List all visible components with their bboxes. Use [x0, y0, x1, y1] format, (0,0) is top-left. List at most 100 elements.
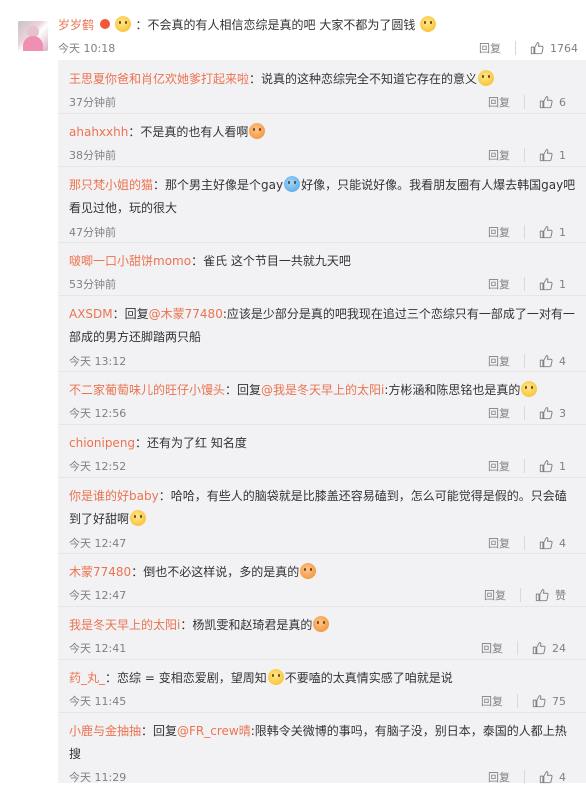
like-count[interactable]: 3: [559, 407, 566, 420]
reply-username[interactable]: 王思夏你爸和肖亿欢她爹打起来啦: [69, 72, 249, 86]
reply-button[interactable]: 回复: [488, 94, 510, 110]
reply-username[interactable]: 啵唧一口小甜饼momo: [69, 254, 191, 268]
like-count[interactable]: 24: [552, 642, 566, 655]
like-count[interactable]: 6: [559, 96, 566, 109]
reply-username[interactable]: 你是谁的好baby: [69, 489, 159, 503]
reply-time: 今天 13:12: [69, 355, 127, 368]
avatar[interactable]: [18, 21, 48, 51]
reply-time: 今天 12:47: [69, 537, 127, 550]
like-count[interactable]: 1: [559, 460, 566, 473]
thumbs-up-icon[interactable]: [539, 95, 553, 109]
thumbs-up-icon[interactable]: [539, 354, 553, 368]
thumbs-up-icon[interactable]: [530, 41, 544, 55]
reply-text: ：回复: [225, 383, 262, 397]
divider: [515, 41, 516, 55]
like-count[interactable]: 75: [552, 695, 566, 708]
reply-username[interactable]: 那只梵小姐的猫: [69, 178, 153, 192]
reply-button[interactable]: 回复: [481, 640, 503, 656]
reply-time: 今天 12:47: [69, 589, 127, 602]
reply-time: 47分钟前: [69, 226, 116, 239]
like-count[interactable]: 1: [559, 149, 566, 162]
reply-actions: 回复 24: [481, 640, 566, 656]
reply-text-line: ahahxxhh：不是真的也有人看啊: [69, 121, 576, 144]
thumbs-up-icon[interactable]: [539, 406, 553, 420]
reply-time: 38分钟前: [69, 149, 116, 162]
divider: [524, 277, 525, 291]
reply-username[interactable]: 不二家葡萄味儿的旺仔小馒头: [69, 383, 225, 397]
reply-time: 今天 11:45: [69, 695, 127, 708]
divider: [524, 536, 525, 550]
comment-line: 岁岁鹤 ：不会真的有人相信恋综是真的吧 大家不都为了圆钱: [58, 16, 437, 34]
thumbs-up-icon[interactable]: [539, 536, 553, 550]
reply-button[interactable]: 回复: [488, 458, 510, 474]
like-count[interactable]: 4: [559, 771, 566, 784]
mention-link[interactable]: @FR_crew晴: [177, 724, 251, 738]
thumbs-up-icon[interactable]: [539, 770, 553, 784]
reply-username[interactable]: 药_丸_: [69, 671, 105, 685]
reply-text: 不要嗑的太真情实感了咱就是说: [284, 671, 453, 685]
reply-button[interactable]: 回复: [479, 40, 501, 56]
thumbs-up-icon[interactable]: [539, 459, 553, 473]
divider: [524, 225, 525, 239]
thumbs-up-icon[interactable]: [532, 694, 546, 708]
emoji-icon: [130, 510, 147, 526]
reply-text-line: 王思夏你爸和肖亿欢她爹打起来啦：说真的这种恋综完全不知道它存在的意义: [69, 68, 576, 91]
thumbs-up-icon[interactable]: [535, 588, 549, 602]
mention-link[interactable]: @木蒙77480: [149, 307, 223, 321]
reply-button[interactable]: 回复: [488, 224, 510, 240]
thumbs-up-icon[interactable]: [539, 225, 553, 239]
comment-username[interactable]: 岁岁鹤: [58, 18, 94, 32]
reply-text: ：不是真的也有人看啊: [128, 125, 249, 139]
thumbs-up-icon[interactable]: [539, 148, 553, 162]
reply-actions: 回复 1: [488, 276, 566, 292]
reply-actions: 回复 4: [488, 353, 566, 369]
reply-text: ：说真的这种恋综完全不知道它存在的意义: [249, 72, 478, 86]
divider: [524, 148, 525, 162]
reply-text-line: 木蒙77480：倒也不必这样说，多的是真的: [69, 561, 576, 584]
emoji-icon: [300, 563, 317, 579]
reply-item: 小鹿与金抽抽：回复@FR_crew晴:限韩令关微博的事吗，有脑子没，别日本，泰国…: [58, 712, 586, 784]
like-count[interactable]: 1: [559, 226, 566, 239]
emoji-icon: [521, 381, 538, 397]
reply-text: :方彬涵和陈思铭也是真的: [384, 383, 521, 397]
reply-text: ：杨凯雯和赵琦君是真的: [180, 618, 313, 632]
like-count[interactable]: 赞: [555, 587, 566, 603]
reply-item: 王思夏你爸和肖亿欢她爹打起来啦：说真的这种恋综完全不知道它存在的意义 37分钟前…: [58, 60, 586, 114]
emoji-icon: [249, 123, 266, 139]
divider: [517, 641, 518, 655]
reply-button[interactable]: 回复: [488, 405, 510, 421]
like-count[interactable]: 1764: [550, 42, 578, 55]
reply-button[interactable]: 回复: [488, 535, 510, 551]
reply-button[interactable]: 回复: [484, 587, 506, 603]
reply-username[interactable]: AXSDM: [69, 307, 113, 321]
reply-button[interactable]: 回复: [488, 276, 510, 292]
thumbs-up-icon[interactable]: [539, 277, 553, 291]
reply-item: 那只梵小姐的猫：那个男主好像是个gay 好像，只能说好像。我看朋友圈有人爆去韩国g…: [58, 166, 586, 243]
reply-text-line: 啵唧一口小甜饼momo：雀氏 这个节目一共就九天吧: [69, 250, 576, 273]
mention-link[interactable]: @我是冬天早上的太阳i: [261, 383, 384, 397]
reply-actions: 回复 1: [488, 147, 566, 163]
reply-text-line: 不二家葡萄味儿的旺仔小馒头：回复@我是冬天早上的太阳i:方彬涵和陈思铭也是真的: [69, 379, 576, 402]
reply-button[interactable]: 回复: [488, 147, 510, 163]
reply-time: 今天 12:56: [69, 407, 127, 420]
reply-button[interactable]: 回复: [481, 693, 503, 709]
reply-username[interactable]: 我是冬天早上的太阳i: [69, 618, 180, 632]
reply-text-line: chionipeng：还有为了红 知名度: [69, 432, 576, 455]
reply-username[interactable]: chionipeng: [69, 436, 135, 450]
reply-item: ahahxxhh：不是真的也有人看啊 38分钟前 回复 1: [58, 113, 586, 167]
divider: [524, 406, 525, 420]
thumbs-up-icon[interactable]: [532, 641, 546, 655]
reply-time: 37分钟前: [69, 96, 116, 109]
divider: [524, 354, 525, 368]
like-count[interactable]: 1: [559, 278, 566, 291]
reply-username[interactable]: 木蒙77480: [69, 565, 131, 579]
reply-button[interactable]: 回复: [488, 353, 510, 369]
reply-username[interactable]: ahahxxhh: [69, 125, 128, 139]
like-count[interactable]: 4: [559, 355, 566, 368]
like-count[interactable]: 4: [559, 537, 566, 550]
reply-username[interactable]: 小鹿与金抽抽: [69, 724, 141, 738]
comment-actions: 回复 1764: [479, 40, 578, 56]
reply-text: ：那个男主好像是个gay: [153, 178, 284, 192]
divider: [524, 95, 525, 109]
reply-text: ：雀氏 这个节目一共就九天吧: [191, 254, 351, 268]
